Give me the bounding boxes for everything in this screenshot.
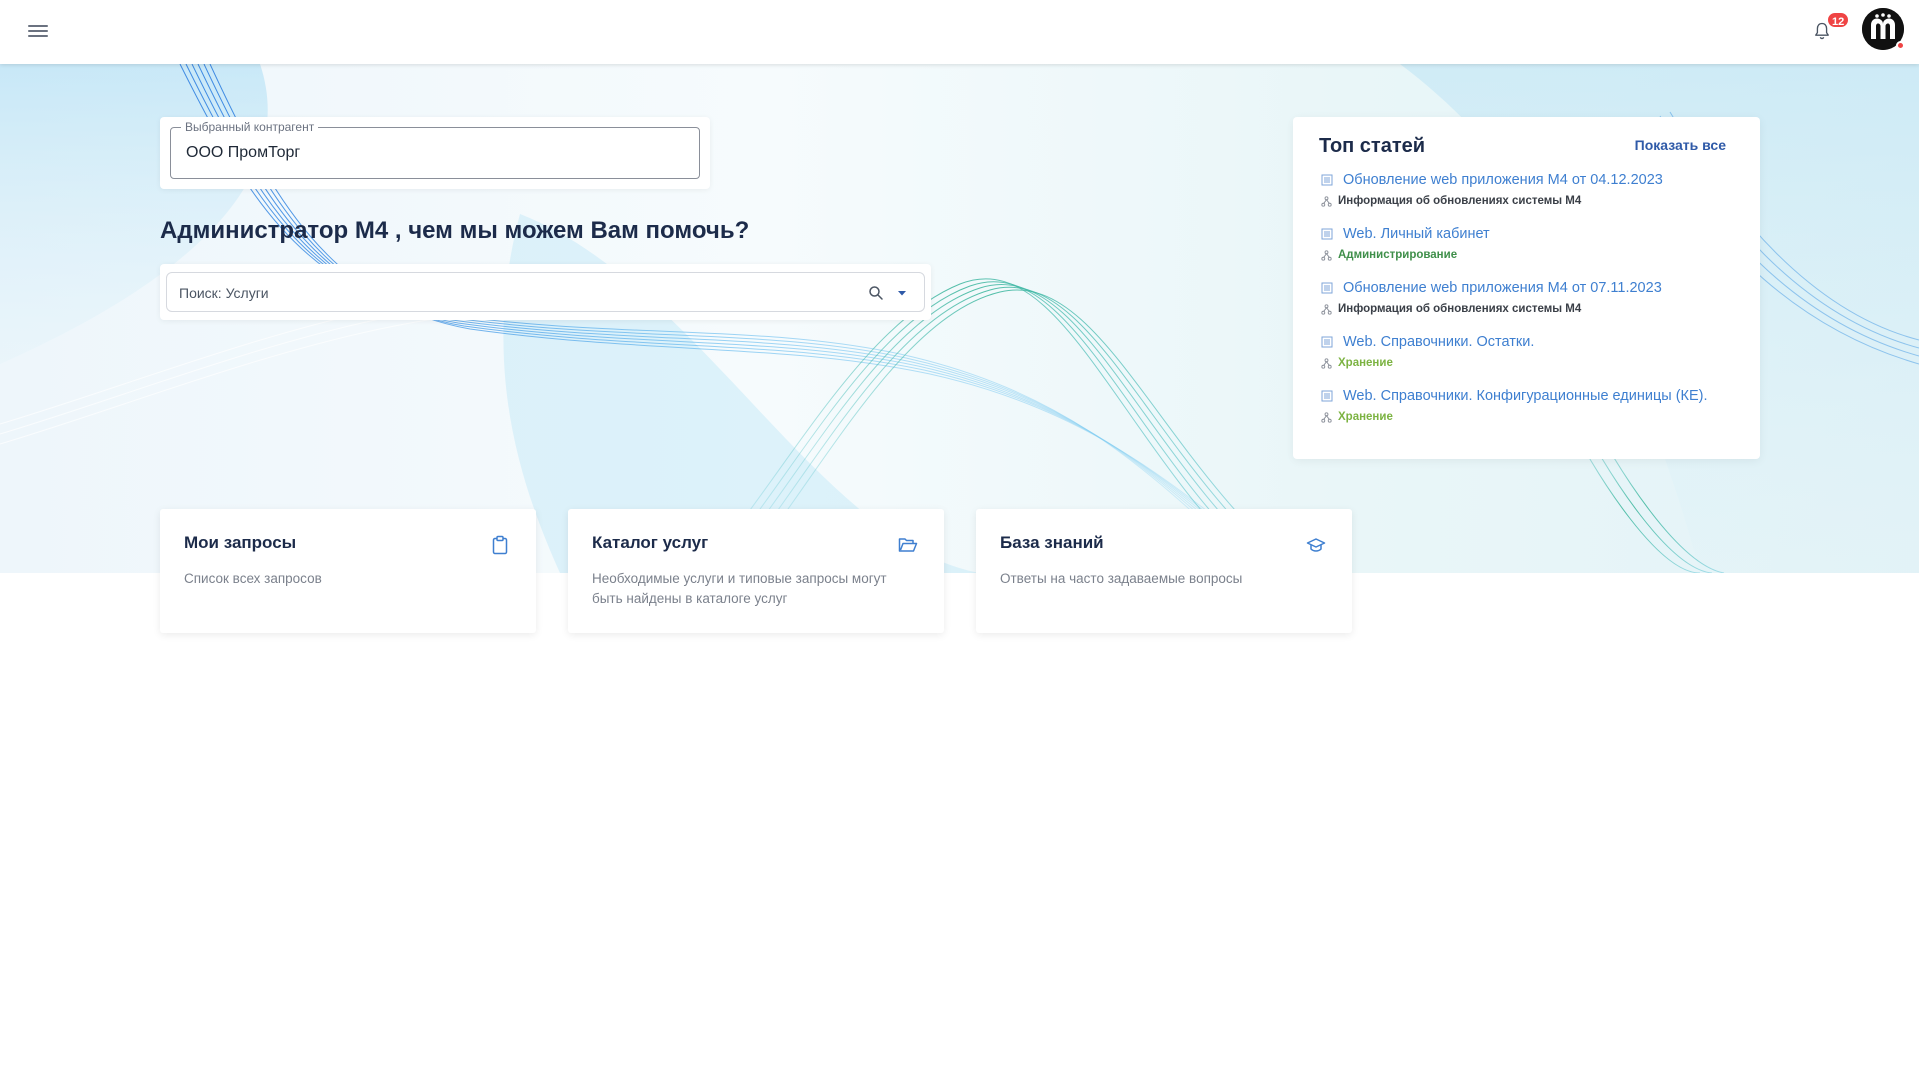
article-item: Web. Справочники. Остатки. Хранение — [1321, 334, 1534, 369]
hierarchy-icon — [1321, 195, 1332, 207]
article-category: Информация об обновлениях системы М4 — [1321, 303, 1662, 315]
hierarchy-icon — [1321, 357, 1332, 369]
counterparty-label: Выбранный контрагент — [181, 120, 319, 134]
knowledge-base-card[interactable]: База знаний Ответы на часто задаваемые в… — [976, 509, 1352, 633]
show-all-link[interactable]: Показать все — [1635, 137, 1726, 153]
folder-open-icon — [898, 538, 918, 552]
feature-title: Мои запросы — [184, 533, 297, 552]
article-category-label: Хранение — [1338, 357, 1393, 369]
article-item: Обновление web приложения М4 от 07.11.20… — [1321, 280, 1662, 315]
article-category: Администрирование — [1321, 249, 1490, 261]
notifications-count-badge: 12 — [1826, 11, 1851, 29]
article-link[interactable]: Обновление web приложения М4 от 04.12.20… — [1321, 172, 1663, 188]
article-link[interactable]: Web. Справочники. Конфигурационные едини… — [1321, 388, 1708, 404]
hierarchy-icon — [1321, 249, 1332, 261]
hierarchy-icon — [1321, 303, 1332, 315]
article-item: Обновление web приложения М4 от 04.12.20… — [1321, 172, 1663, 207]
counterparty-value: ООО ПромТорг — [186, 144, 301, 161]
top-app-bar: 12 — [0, 0, 1919, 64]
article-title: Обновление web приложения М4 от 07.11.20… — [1343, 280, 1662, 296]
status-dot — [1896, 41, 1905, 50]
article-link[interactable]: Web. Справочники. Остатки. — [1321, 334, 1534, 350]
feature-title: База знаний — [1000, 533, 1104, 552]
page-title: Администратор М4 , чем мы можем Вам помо… — [160, 217, 750, 244]
article-category: Хранение — [1321, 411, 1708, 423]
article-category-label: Хранение — [1338, 411, 1393, 423]
search-card — [160, 264, 931, 320]
feature-description: Ответы на часто задаваемые вопросы — [1000, 571, 1243, 586]
feature-title: Каталог услуг — [592, 533, 709, 552]
article-link[interactable]: Web. Личный кабинет — [1321, 226, 1490, 242]
top-articles-title: Топ статей — [1319, 135, 1426, 157]
article-category: Информация об обновлениях системы М4 — [1321, 195, 1663, 207]
document-icon — [1321, 390, 1333, 402]
document-icon — [1321, 282, 1333, 294]
article-category-label: Информация об обновлениях системы М4 — [1338, 303, 1582, 315]
user-avatar[interactable] — [1862, 8, 1905, 50]
hamburger-menu-icon[interactable] — [26, 22, 50, 42]
caret-down-icon[interactable] — [896, 287, 908, 299]
graduation-cap-icon — [1306, 538, 1326, 552]
article-category: Хранение — [1321, 357, 1534, 369]
article-category-label: Информация об обновлениях системы М4 — [1338, 195, 1582, 207]
document-icon — [1321, 174, 1333, 186]
document-icon — [1321, 228, 1333, 240]
counterparty-card: Выбранный контрагент ООО ПромТорг — [160, 117, 710, 189]
article-item: Web. Справочники. Конфигурационные едини… — [1321, 388, 1708, 423]
feature-description: Необходимые услуги и типовые запросы мог… — [592, 571, 887, 606]
article-title: Обновление web приложения М4 от 04.12.20… — [1343, 172, 1663, 188]
search-field — [166, 272, 925, 312]
article-title: Web. Справочники. Остатки. — [1343, 334, 1535, 350]
article-title: Web. Справочники. Конфигурационные едини… — [1343, 388, 1708, 404]
search-icon[interactable] — [867, 284, 885, 302]
article-item: Web. Личный кабинет Администрирование — [1321, 226, 1490, 261]
feature-description: Список всех запросов — [184, 571, 322, 586]
document-icon — [1321, 336, 1333, 348]
service-catalog-card[interactable]: Каталог услуг Необходимые услуги и типов… — [568, 509, 944, 633]
article-link[interactable]: Обновление web приложения М4 от 07.11.20… — [1321, 280, 1662, 296]
hierarchy-icon — [1321, 411, 1332, 423]
top-articles-card: Топ статей Показать все Обновление web п… — [1293, 117, 1760, 459]
article-category-label: Администрирование — [1338, 249, 1458, 261]
notifications-button[interactable]: 12 — [1812, 11, 1851, 46]
my-requests-card[interactable]: Мои запросы Список всех запросов — [160, 509, 536, 633]
counterparty-field[interactable]: Выбранный контрагент ООО ПромТорг — [170, 120, 700, 179]
search-input[interactable] — [179, 281, 829, 305]
article-title: Web. Личный кабинет — [1343, 226, 1490, 242]
clipboard-icon — [492, 535, 508, 555]
